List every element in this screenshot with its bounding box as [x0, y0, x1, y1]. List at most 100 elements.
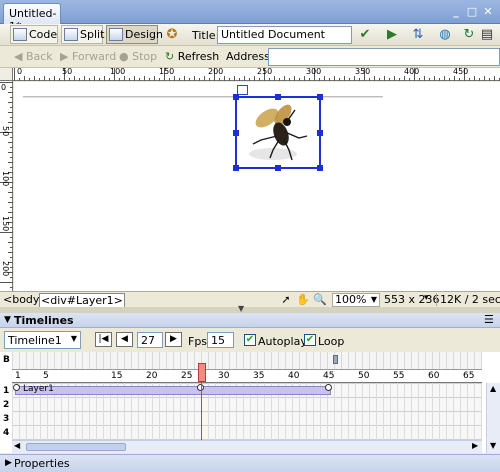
timelines-panel-header[interactable]: ▼ Timelines ☰ [0, 313, 500, 328]
timeline-horizontal-scrollbar[interactable]: ◀ ▶ [12, 440, 482, 453]
fps-label: Fps [188, 335, 208, 348]
browser-check-icon[interactable]: ▶ [384, 27, 400, 43]
frame-numbers[interactable]: 1 5 15 20 25 30 35 40 45 50 55 60 65 [12, 369, 482, 383]
resize-handle[interactable] [233, 94, 239, 100]
panel-options-icon[interactable]: ☰ [484, 313, 494, 326]
frame-number: 1 [15, 371, 21, 381]
timeline-select[interactable]: Timeline1 ▼ [4, 331, 81, 349]
code-view-button[interactable]: Code [10, 25, 58, 44]
download-size: 12K / 2 sec [436, 293, 500, 306]
validate-icon[interactable]: ✔ [357, 27, 373, 43]
design-view-button[interactable]: Design [106, 25, 163, 44]
horizontal-ruler[interactable]: 0 50 100 150 200 250 300 350 400 450 [0, 67, 500, 81]
behaviors-channel[interactable] [12, 352, 482, 369]
scroll-thumb[interactable] [26, 443, 126, 451]
back-label: Back [25, 50, 53, 63]
autoplay-checkbox[interactable]: ✔ [244, 334, 256, 346]
timeline-vertical-scrollbar[interactable]: ▲ ▼ [486, 383, 500, 453]
track-label: 1 [3, 386, 10, 396]
refresh-button[interactable]: ↻ Refresh [165, 50, 219, 63]
current-frame-input[interactable]: 27 [137, 332, 163, 348]
track-label: 3 [3, 414, 10, 424]
resize-handle[interactable] [275, 94, 281, 100]
preview-in-browser-icon[interactable]: ◍ [437, 27, 453, 43]
refresh-icon: ↻ [165, 50, 175, 63]
horizontal-rule[interactable] [23, 96, 383, 98]
chevron-down-icon[interactable]: ▾ [424, 293, 429, 303]
resize-handle[interactable] [233, 130, 239, 136]
layer1-animation-bar[interactable]: Layer1 [13, 384, 332, 395]
hruler-mark: 100 [110, 67, 126, 76]
refresh-label: Refresh [177, 50, 220, 63]
view-options-icon[interactable]: ▤ [479, 27, 495, 43]
hruler-mark: 300 [306, 67, 322, 76]
document-toolbar: Code Split Design ✪ Title: Untitled Docu… [0, 24, 500, 46]
hruler-mark: 0 [17, 67, 23, 76]
expand-triangle-icon: ▶ [5, 458, 12, 468]
zoom-tool-icon[interactable]: 🔍 [312, 292, 328, 308]
collapse-arrow-icon[interactable]: ▼ [238, 304, 244, 313]
forward-label: Forward [71, 50, 117, 63]
minimize-icon[interactable]: _ [449, 5, 463, 18]
scroll-left-icon[interactable]: ◀ [14, 441, 20, 450]
live-data-icon[interactable]: ✪ [164, 27, 180, 43]
frame-number: 40 [288, 371, 300, 381]
resize-handle[interactable] [317, 165, 323, 171]
play-icon: ▶ [170, 334, 177, 344]
fly-image[interactable] [237, 98, 319, 167]
start-keyframe[interactable] [13, 384, 20, 391]
back-button[interactable]: ◀ Back [14, 50, 53, 63]
resize-handle[interactable] [317, 130, 323, 136]
tag-selector-div-layer1[interactable]: <div#Layer1> [39, 293, 125, 308]
window-size[interactable]: 553 x 236 [384, 293, 440, 306]
frame-number: 15 [111, 371, 123, 381]
layer1-selection[interactable] [233, 94, 323, 171]
back-frame-icon: ◀ [121, 334, 128, 344]
loop-checkbox[interactable]: ✔ [304, 334, 316, 346]
hand-tool-icon[interactable]: ✋ [295, 292, 311, 308]
ruler-origin[interactable] [0, 68, 13, 81]
frame-number: 30 [218, 371, 230, 381]
frame-number: 35 [253, 371, 265, 381]
end-keyframe[interactable] [325, 384, 332, 391]
panel-title: Properties [14, 457, 70, 470]
title-label: Title: [192, 29, 220, 42]
status-bar: <body> <div#Layer1> ➚ ✋ 🔍 100% ▼ 553 x 23… [0, 291, 500, 308]
scroll-right-icon[interactable]: ▶ [472, 441, 478, 450]
scroll-down-icon[interactable]: ▼ [490, 441, 496, 450]
playback-head[interactable] [198, 363, 206, 382]
resize-handle[interactable] [317, 94, 323, 100]
animation-channels[interactable]: Layer1 [12, 383, 482, 440]
design-canvas[interactable] [14, 82, 500, 291]
navigation-toolbar: ◀ Back ▶ Forward ● Stop ↻ Refresh Addres… [0, 46, 500, 68]
tab-untitled-1[interactable]: Untitled-1* [3, 3, 61, 33]
pointer-tool-icon[interactable]: ➚ [278, 292, 294, 308]
properties-panel-header[interactable]: ▶ Properties [0, 454, 500, 472]
vertical-ruler[interactable]: 0 50 100 150 200 [0, 81, 13, 291]
timelines-toolbar: Timeline1 ▼ |◀ ◀ 27 ▶ Fps 15 ✔ Autoplay ✔… [0, 328, 500, 352]
back-frame-button[interactable]: ◀ [116, 332, 133, 347]
resize-handle[interactable] [275, 165, 281, 171]
timeline-grid[interactable]: B 1 5 15 20 25 30 35 40 45 50 55 60 65 1… [0, 352, 500, 453]
document-tab-strip: Untitled-1* _ □ ✕ [0, 0, 500, 33]
play-button[interactable]: ▶ [165, 332, 182, 347]
resize-handle[interactable] [233, 165, 239, 171]
scroll-up-icon[interactable]: ▲ [490, 384, 496, 393]
restore-icon[interactable]: □ [465, 5, 479, 18]
address-input[interactable] [268, 48, 500, 66]
forward-button[interactable]: ▶ Forward [60, 50, 116, 63]
refresh-design-icon[interactable]: ↻ [461, 27, 477, 43]
close-icon[interactable]: ✕ [481, 5, 495, 18]
frame-number: 25 [181, 371, 193, 381]
code-label: Code [29, 28, 58, 41]
fps-input[interactable]: 15 [207, 332, 234, 348]
split-view-button[interactable]: Split [61, 25, 104, 44]
file-management-icon[interactable]: ⇅ [410, 27, 426, 43]
stop-button[interactable]: ● Stop [119, 50, 157, 63]
chevron-down-icon: ▼ [370, 295, 377, 304]
zoom-select[interactable]: 100% ▼ [332, 293, 380, 307]
rewind-button[interactable]: |◀ [95, 332, 112, 347]
loop-label: Loop [318, 335, 345, 348]
behavior-marker[interactable] [333, 355, 338, 364]
title-input[interactable]: Untitled Document [217, 26, 352, 44]
